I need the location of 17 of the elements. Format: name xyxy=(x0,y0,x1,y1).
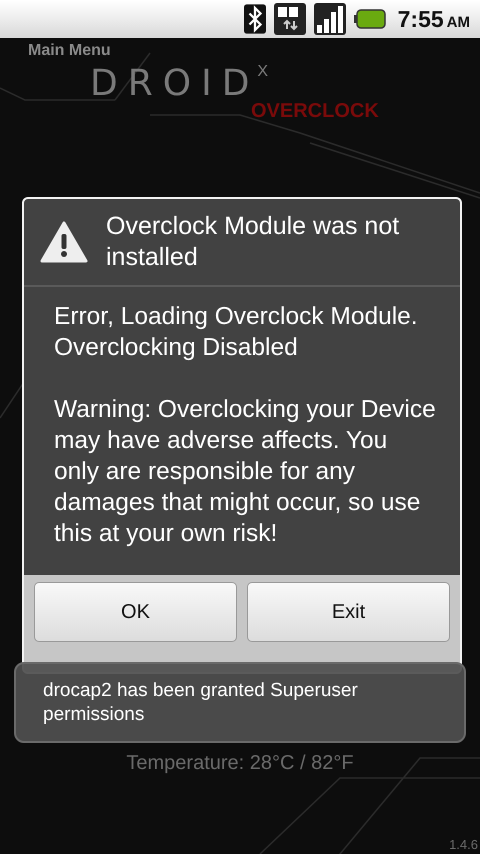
toast-message: drocap2 has been granted Superuser permissions xyxy=(14,662,466,743)
logo-mark: X xyxy=(257,64,268,80)
signal-icon xyxy=(314,3,346,35)
error-message: Error, Loading Overclock Module. Overclocking Disabled xyxy=(54,302,419,363)
network-icon xyxy=(274,3,306,35)
dialog-title: Overclock Module was not installed xyxy=(106,211,400,273)
clock-period: AM xyxy=(446,14,470,30)
clock-time: 7:55 xyxy=(398,6,444,32)
battery-icon xyxy=(354,8,386,30)
screen-title: Main Menu xyxy=(28,42,111,60)
warning-message: Warning: Overclocking your Device may have adverse affects. You only are responsible for any damages that might occur, so use this at your own risk! xyxy=(54,395,437,549)
bluetooth-icon xyxy=(244,2,266,36)
dialog-button[interactable]: OK xyxy=(34,582,237,642)
dialog-button[interactable]: Exit xyxy=(247,582,450,642)
temperature-reading: Temperature: 28°C / 82°F xyxy=(126,752,354,775)
warning-icon xyxy=(40,221,88,263)
version-label: 1.4.6 xyxy=(449,837,478,852)
